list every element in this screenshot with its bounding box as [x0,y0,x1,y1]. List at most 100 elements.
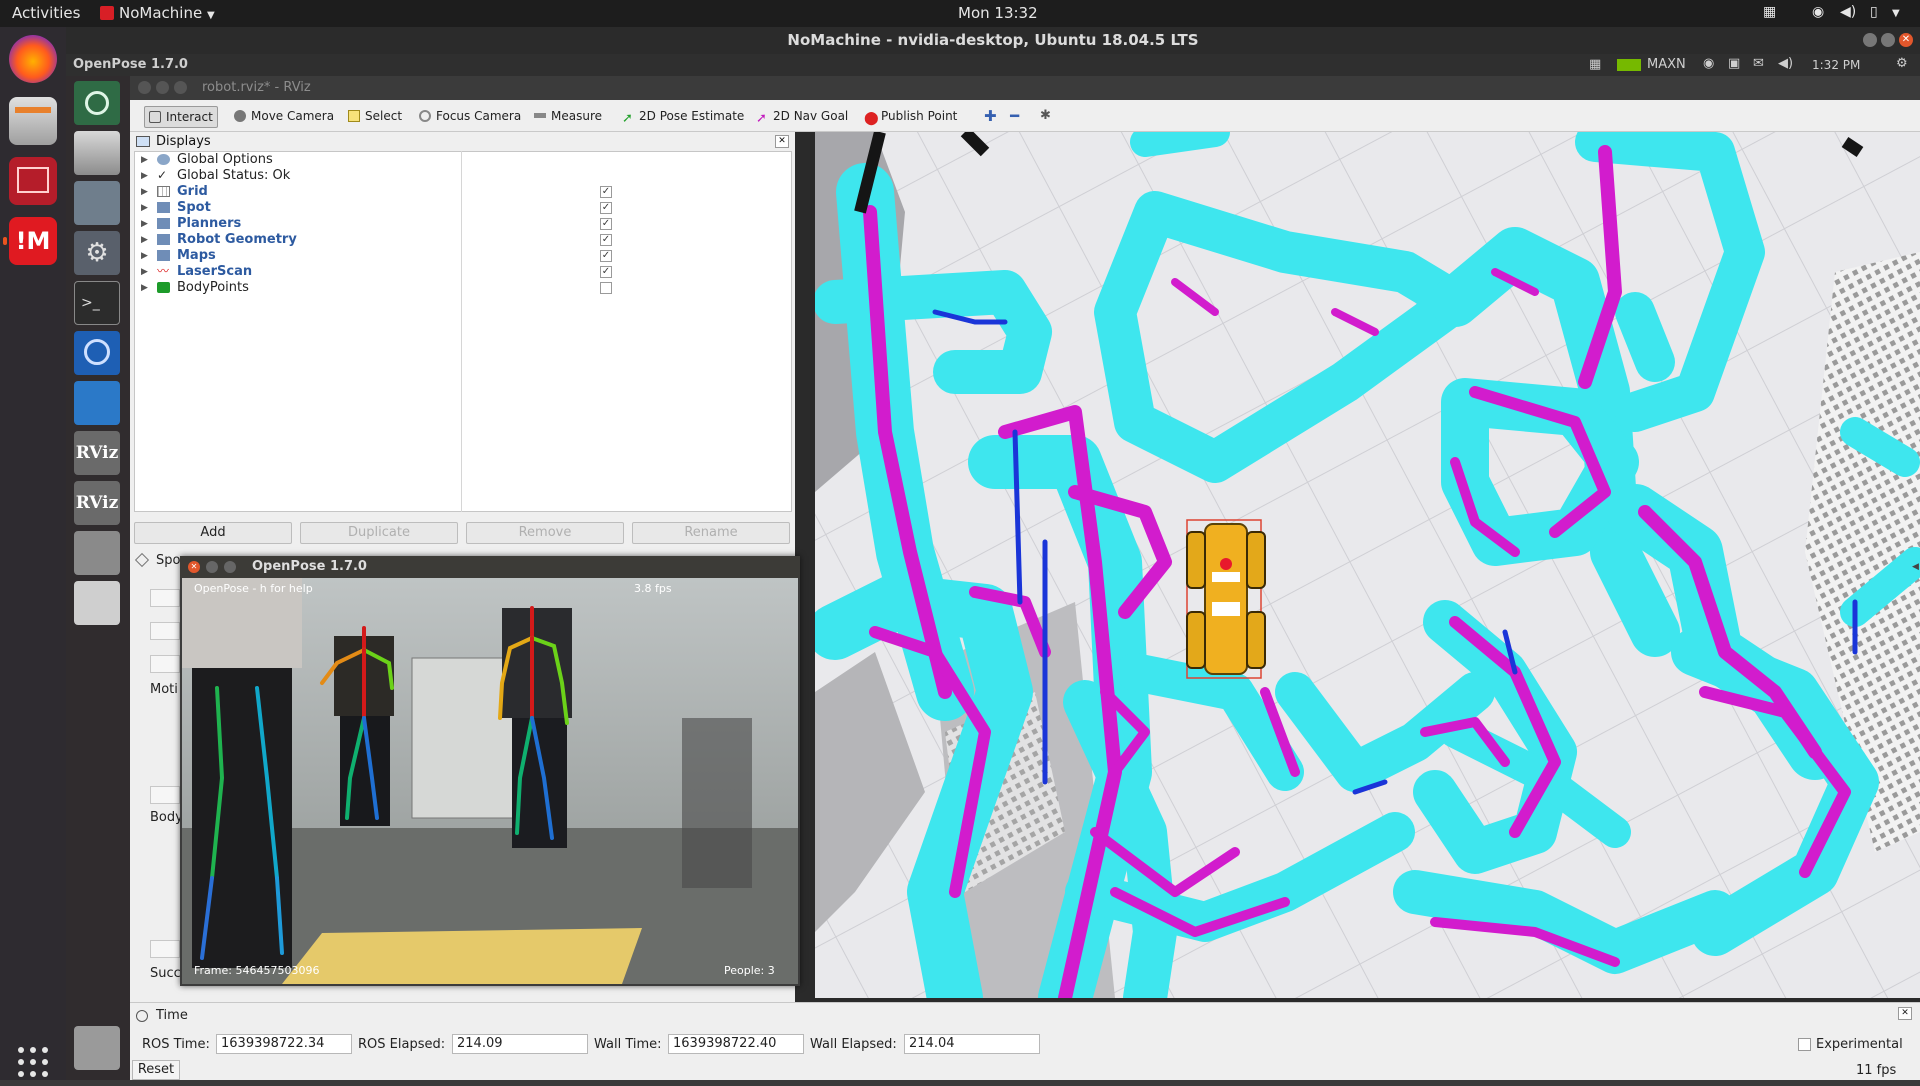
wall-time-field[interactable]: 1639398722.40 [668,1034,804,1054]
openpose-close-button[interactable]: ✕ [188,561,200,573]
remove-tool-minus-icon[interactable]: ━ [1006,106,1023,128]
power-mode[interactable]: MAXN [1647,57,1686,72]
show-applications-icon[interactable] [13,1042,53,1082]
expand-arrow-icon[interactable]: ▶ [141,184,148,200]
expand-arrow-icon[interactable]: ▶ [141,200,148,216]
remote-settings-icon[interactable]: ⚙ [74,231,120,275]
enable-checkbox[interactable]: ✓ [600,266,612,278]
remote-desktop-icon[interactable] [9,157,57,205]
enable-checkbox[interactable]: ✓ [600,186,612,198]
reset-button[interactable]: Reset [132,1060,180,1080]
add-display-button[interactable]: Add [134,522,292,544]
expand-arrow-icon[interactable]: ▶ [141,168,148,184]
experimental-checkbox[interactable] [1798,1038,1811,1051]
ros-time-field[interactable]: 1639398722.34 [216,1034,352,1054]
duplicate-display-button[interactable]: Duplicate [300,522,458,544]
tree-row-maps[interactable]: ▶ Maps ✓ [135,248,791,264]
remote-wifi-icon[interactable]: ◉ [1703,56,1714,71]
rviz-maximize-button[interactable] [174,81,187,94]
add-tool-plus-icon[interactable]: ✚ [980,106,1001,128]
remote-rviz-icon[interactable]: RViz [74,431,120,475]
tree-row-global-options[interactable]: ▶ Global Options [135,152,791,168]
ros-elapsed-field[interactable]: 214.09 [452,1034,588,1054]
expand-arrow-icon[interactable]: ▶ [141,280,148,296]
tree-row-laserscan[interactable]: ▶ 〰 LaserScan ✓ [135,264,791,280]
splitter-handle-icon[interactable]: ◀ [1912,562,1920,572]
tree-row-global-status[interactable]: ▶ ✓ Global Status: Ok [135,168,791,184]
enable-checkbox[interactable]: ✓ [600,218,612,230]
remote-drive-icon[interactable] [74,581,120,625]
maximize-button[interactable] [1881,33,1895,47]
remote-rviz-icon-2[interactable]: RViz [74,481,120,525]
remote-terminal-icon[interactable]: >_ [74,281,120,325]
enable-checkbox[interactable]: ✓ [600,202,612,214]
openpose-window[interactable]: ✕ OpenPose 1.7.0 OpenPose - h for help 3… [180,556,800,986]
pose-estimate-tool[interactable]: ➚ 2D Pose Estimate [618,106,748,128]
rviz-minimize-button[interactable] [156,81,169,94]
tree-row-robot-geometry[interactable]: ▶ Robot Geometry ✓ [135,232,791,248]
publish-point-tool[interactable]: ⬤ Publish Point [860,106,961,128]
files-icon[interactable] [9,97,57,145]
rviz-close-button[interactable] [138,81,151,94]
system-menu-chevron-icon[interactable]: ▼ [1892,8,1900,19]
time-panel-close-icon[interactable]: ✕ [1898,1007,1912,1020]
clock[interactable]: Mon 13:32 [958,4,1038,22]
enable-checkbox[interactable]: ✓ [600,234,612,246]
expand-arrow-icon[interactable]: ▶ [141,232,148,248]
expand-arrow-icon[interactable]: ▶ [141,264,148,280]
select-tool[interactable]: Select [344,106,406,128]
nomachine-titlebar[interactable]: NoMachine - nvidia-desktop, Ubuntu 18.04… [66,27,1920,54]
tree-row-planners[interactable]: ▶ Planners ✓ [135,216,791,232]
volume-icon[interactable]: ◀) [1840,4,1856,20]
remote-keyboard-icon[interactable]: ▦ [1589,57,1601,72]
remote-display-icon[interactable]: ▣ [1728,56,1740,71]
activities-button[interactable]: Activities [12,4,80,22]
nav-goal-tool[interactable]: ➚ 2D Nav Goal [752,106,852,128]
remote-updater-icon[interactable] [74,81,120,125]
interact-tool[interactable]: Interact [144,106,218,128]
remote-unknown-app-icon[interactable] [74,531,120,575]
expand-arrow-icon[interactable]: ▶ [141,248,148,264]
tool-properties-icon[interactable]: ✱ [1036,106,1055,128]
rename-display-button[interactable]: Rename [632,522,790,544]
remote-archive-icon[interactable] [74,181,120,225]
remote-settings-gear-icon[interactable]: ⚙ [1896,56,1908,71]
measure-tool[interactable]: Measure [530,106,606,128]
battery-icon[interactable]: ▯ [1870,4,1878,20]
enable-checkbox[interactable]: ✓ [600,250,612,262]
expand-arrow-icon[interactable]: ▶ [141,216,148,232]
wifi-icon[interactable]: ◉ [1812,4,1824,20]
focus-camera-tool[interactable]: Focus Camera [415,106,525,128]
spot-button[interactable] [150,786,180,804]
rviz-3d-view[interactable]: ◀ [815,132,1920,998]
close-button[interactable]: ✕ [1899,33,1913,47]
spot-button[interactable] [150,655,180,673]
remote-chromium-icon[interactable] [74,331,120,375]
remote-mail-icon[interactable]: ✉ [1753,56,1764,71]
remote-vscode-icon[interactable] [74,381,120,425]
keyboard-indicator-icon[interactable]: ▦ [1763,4,1776,20]
spot-button[interactable] [150,622,180,640]
tree-row-grid[interactable]: ▶ Grid ✓ [135,184,791,200]
remove-display-button[interactable]: Remove [466,522,624,544]
wall-elapsed-field[interactable]: 214.04 [904,1034,1040,1054]
rviz-titlebar[interactable]: robot.rviz* - RViz [130,76,1920,100]
enable-checkbox[interactable] [600,282,612,294]
nomachine-icon[interactable]: !M [9,217,57,265]
expand-arrow-icon[interactable]: ▶ [141,152,148,168]
openpose-minimize-button[interactable] [206,561,218,573]
tree-row-spot[interactable]: ▶ Spot ✓ [135,200,791,216]
remote-volume-icon[interactable]: ◀) [1778,56,1793,71]
spot-button[interactable] [150,940,180,958]
tree-row-bodypoints[interactable]: ▶ BodyPoints [135,280,791,296]
openpose-titlebar[interactable]: ✕ OpenPose 1.7.0 [180,556,800,578]
nvidia-icon[interactable] [1617,59,1641,71]
firefox-icon[interactable] [9,35,57,83]
move-camera-tool[interactable]: Move Camera [230,106,338,128]
remote-trash-icon[interactable] [74,1026,120,1070]
openpose-maximize-button[interactable] [224,561,236,573]
remote-files-icon[interactable] [74,131,120,175]
displays-close-icon[interactable]: ✕ [775,135,789,148]
minimize-button[interactable] [1863,33,1877,47]
app-menu[interactable]: NoMachine ▼ [100,4,215,22]
